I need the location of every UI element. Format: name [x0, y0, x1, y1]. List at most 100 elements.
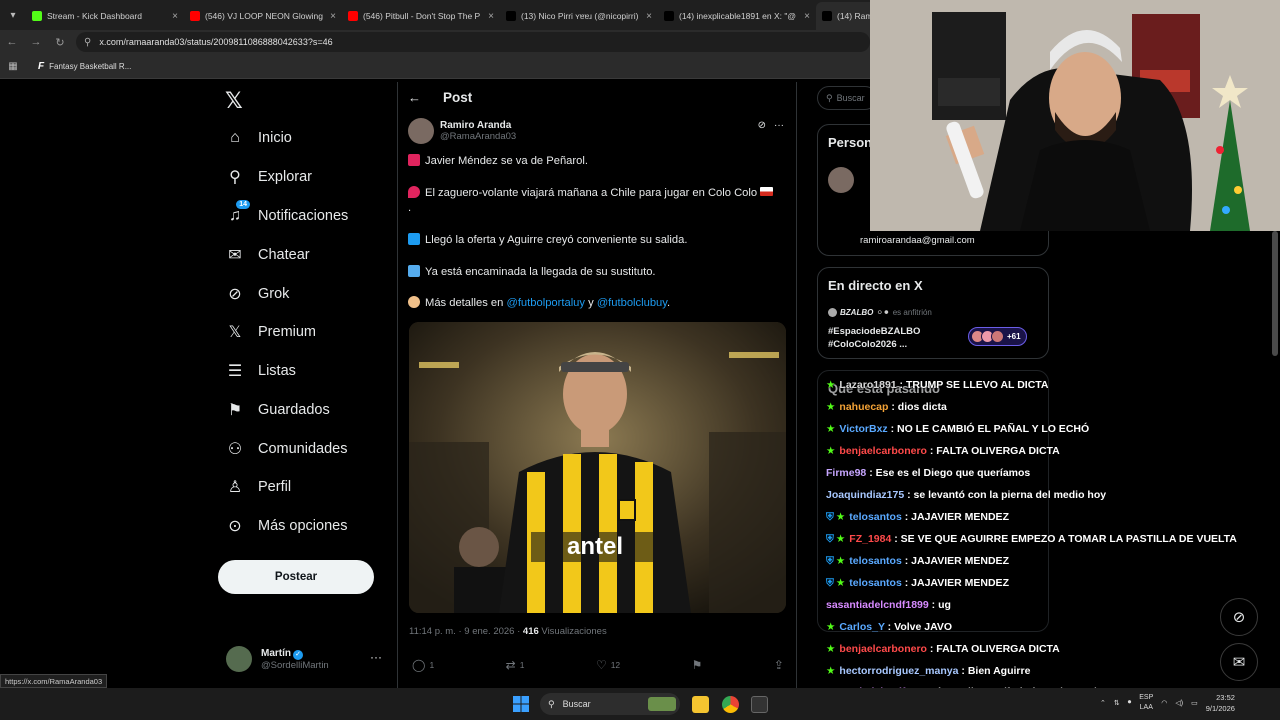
search-placeholder: Buscar: [836, 93, 865, 103]
obs-icon[interactable]: [751, 696, 768, 713]
chat-username[interactable]: Joaquindiaz175: [826, 489, 904, 501]
grok-icon[interactable]: ⊘: [758, 120, 766, 131]
moderator-badge-icon: ⛨: [826, 511, 834, 523]
author-avatar[interactable]: [408, 118, 434, 144]
url-field[interactable]: ⚲ x.com/ramaaranda03/status/200981108688…: [76, 32, 870, 52]
chevron-up-icon[interactable]: ⌃: [1100, 699, 1106, 707]
nav-item-inicio[interactable]: ⌂ Inicio: [225, 128, 292, 148]
chat-username[interactable]: telosantos: [849, 577, 902, 589]
volume-icon[interactable]: ◁): [1175, 699, 1183, 707]
nav-item-perfil[interactable]: ♙ Perfil: [225, 477, 291, 497]
tab-search-icon[interactable]: ▾: [0, 0, 26, 30]
tab-close-icon[interactable]: ×: [330, 11, 336, 22]
chat-username[interactable]: Lazaro1891: [839, 379, 896, 391]
back-arrow-icon[interactable]: ←: [408, 90, 421, 105]
moderator-badge-icon: ⛨: [826, 533, 834, 545]
person-email[interactable]: ramiroarandaa@gmail.com: [860, 235, 975, 246]
live-tag: #EspaciodeBZALBO: [828, 326, 921, 337]
browser-tab[interactable]: (546) Pitbull - Don't Stop The P ×: [342, 2, 500, 30]
chat-message: ★ hectorrodriguez_manya : Bien Aguirre: [826, 660, 1280, 682]
chat-separator: :: [888, 401, 898, 413]
post-timestamp[interactable]: 11:14 p. m. · 9 ene. 2026 ·: [409, 626, 520, 637]
share-button[interactable]: ⇪: [774, 658, 784, 672]
messages-float-icon[interactable]: ✉: [1220, 643, 1258, 681]
more-icon[interactable]: ···: [774, 120, 784, 131]
nav-item-comunidades[interactable]: ⚇ Comunidades: [225, 439, 348, 459]
network-icon[interactable]: ⇅: [1114, 699, 1120, 707]
chat-username[interactable]: benjaelcarbonero: [839, 445, 927, 457]
account-more-icon[interactable]: ···: [370, 650, 382, 664]
list-icon: ☰: [227, 363, 243, 380]
chat-username[interactable]: Firme98: [826, 467, 866, 479]
browser-tab[interactable]: (14) inexplicable1891 en X: "@ ×: [658, 2, 816, 30]
nav-item-grok[interactable]: ⊘ Grok: [225, 284, 289, 304]
post-photo[interactable]: antel: [409, 322, 786, 613]
browser-tab[interactable]: Stream - Kick Dashboard ×: [26, 2, 184, 30]
chat-username[interactable]: Carlos_Y: [839, 621, 884, 633]
chat-username[interactable]: nahuecap: [839, 401, 888, 413]
host-avatar: [828, 308, 837, 317]
clock[interactable]: 23:52 9/1/2026: [1206, 692, 1235, 714]
browser-tab[interactable]: (13) Nico Pirri ʏɐɐɹ (@nicopirri) ×: [500, 2, 658, 30]
chrome-icon[interactable]: [722, 696, 739, 713]
chat-username[interactable]: hectorrodriguez_manya: [839, 665, 958, 677]
bookmark-button[interactable]: ⚑: [692, 658, 703, 672]
author-handle[interactable]: @RamaAranda03: [440, 131, 516, 142]
tab-close-icon[interactable]: ×: [172, 11, 178, 22]
nav-item-premium[interactable]: 𝕏 Premium: [225, 322, 316, 342]
account-switcher[interactable]: Martín ✓ @SordelliMartin: [226, 644, 386, 674]
post-line-4: Ya está encaminada la llegada de su sust…: [408, 264, 788, 281]
live-card[interactable]: En directo en X BZALBO ⚪⚫ es anfitrión #…: [817, 267, 1049, 359]
repost-button[interactable]: ⇄ 1: [506, 658, 525, 672]
post-button[interactable]: Postear: [218, 560, 374, 594]
wifi-icon[interactable]: ◠: [1161, 699, 1167, 707]
battery-icon[interactable]: ▭: [1191, 699, 1198, 707]
nav-item-chatear[interactable]: ✉ Chatear: [225, 245, 309, 265]
nav-item-label: Grok: [258, 286, 290, 302]
chat-username[interactable]: telosantos: [849, 511, 902, 523]
chat-username[interactable]: VictorBxz: [839, 423, 887, 435]
grok-float-icon[interactable]: ⊘: [1220, 598, 1258, 636]
post-line-2-end: .: [408, 202, 412, 215]
tab-favicon-icon: [822, 11, 832, 21]
nav-item-notificaciones[interactable]: ♫ 14 Notificaciones: [225, 200, 348, 226]
player-photo-svg: antel: [409, 322, 786, 613]
author-name[interactable]: Ramiro Aranda: [440, 120, 516, 131]
listeners-pill: +61: [968, 327, 1027, 346]
site-info-icon[interactable]: ⚲: [84, 37, 91, 48]
scrollbar[interactable]: [1272, 231, 1278, 356]
x-logo-icon[interactable]: 𝕏: [225, 88, 243, 114]
windows-start-icon[interactable]: [513, 696, 529, 712]
nav-item-guardados[interactable]: ⚑ Guardados: [225, 400, 330, 420]
post-author[interactable]: Ramiro Aranda @RamaAranda03: [408, 118, 516, 144]
mic-icon[interactable]: ⏺: [1128, 699, 1132, 707]
tab-close-icon[interactable]: ×: [646, 11, 652, 22]
person-avatar[interactable]: [828, 167, 854, 193]
chat-username[interactable]: benjaelcarbonero: [839, 643, 927, 655]
tab-close-icon[interactable]: ×: [488, 11, 494, 22]
mention-link[interactable]: @futbolportaluy: [506, 297, 585, 309]
nav-item-explorar[interactable]: ⚲ Explorar: [225, 167, 312, 187]
file-explorer-icon[interactable]: [692, 696, 709, 713]
taskbar-search[interactable]: ⚲ Buscar: [540, 693, 680, 715]
x-search-input[interactable]: ⚲ Buscar: [817, 86, 877, 110]
bookmark-item[interactable]: Fantasy Basketball R...: [49, 62, 131, 71]
mention-link[interactable]: @futbolclubuy: [597, 297, 667, 309]
back-icon[interactable]: ←: [0, 36, 24, 48]
chat-username[interactable]: sasantiadelcndf1899: [826, 599, 929, 611]
reply-button[interactable]: ◯ 1: [412, 658, 434, 672]
nav-item-mas-opciones[interactable]: ⊙ Más opciones: [225, 516, 347, 536]
language-indicator[interactable]: ESP LAA: [1139, 693, 1153, 713]
reload-icon[interactable]: ↻: [48, 36, 72, 49]
apps-grid-icon[interactable]: ▦: [0, 61, 26, 72]
tab-favicon-icon: [664, 11, 674, 21]
nav-item-listas[interactable]: ☰ Listas: [225, 361, 296, 381]
chat-username[interactable]: telosantos: [849, 555, 902, 567]
nav-item-label: Perfil: [258, 479, 292, 495]
browser-tab[interactable]: (546) VJ LOOP NEON Glowing ×: [184, 2, 342, 30]
forward-icon[interactable]: →: [24, 36, 48, 48]
tab-close-icon[interactable]: ×: [804, 11, 810, 22]
lang-bottom: LAA: [1139, 704, 1153, 711]
like-button[interactable]: ♡ 12: [596, 658, 620, 672]
chat-username[interactable]: FZ_1984: [849, 533, 891, 545]
